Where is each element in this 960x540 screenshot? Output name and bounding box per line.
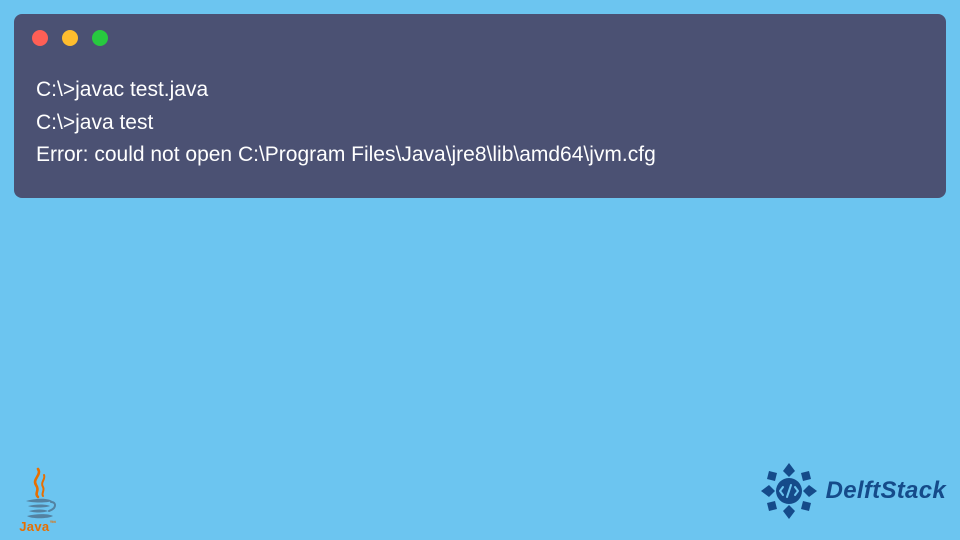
java-cup-icon: [18, 467, 58, 521]
delftstack-badge-icon: [758, 460, 820, 522]
delftstack-label: DelftStack: [826, 477, 946, 505]
java-logo: Java™: [14, 456, 62, 534]
close-icon[interactable]: [32, 30, 48, 46]
zoom-icon[interactable]: [92, 30, 108, 46]
terminal-line: C:\>java test: [36, 107, 924, 140]
terminal-body: C:\>javac test.java C:\>java test Error:…: [14, 46, 946, 172]
java-logo-label: Java™: [19, 519, 56, 534]
terminal-line: C:\>javac test.java: [36, 74, 924, 107]
terminal-window: C:\>javac test.java C:\>java test Error:…: [14, 14, 946, 198]
delftstack-logo: DelftStack: [758, 460, 946, 522]
terminal-line: Error: could not open C:\Program Files\J…: [36, 139, 924, 172]
window-titlebar: [14, 14, 946, 46]
minimize-icon[interactable]: [62, 30, 78, 46]
